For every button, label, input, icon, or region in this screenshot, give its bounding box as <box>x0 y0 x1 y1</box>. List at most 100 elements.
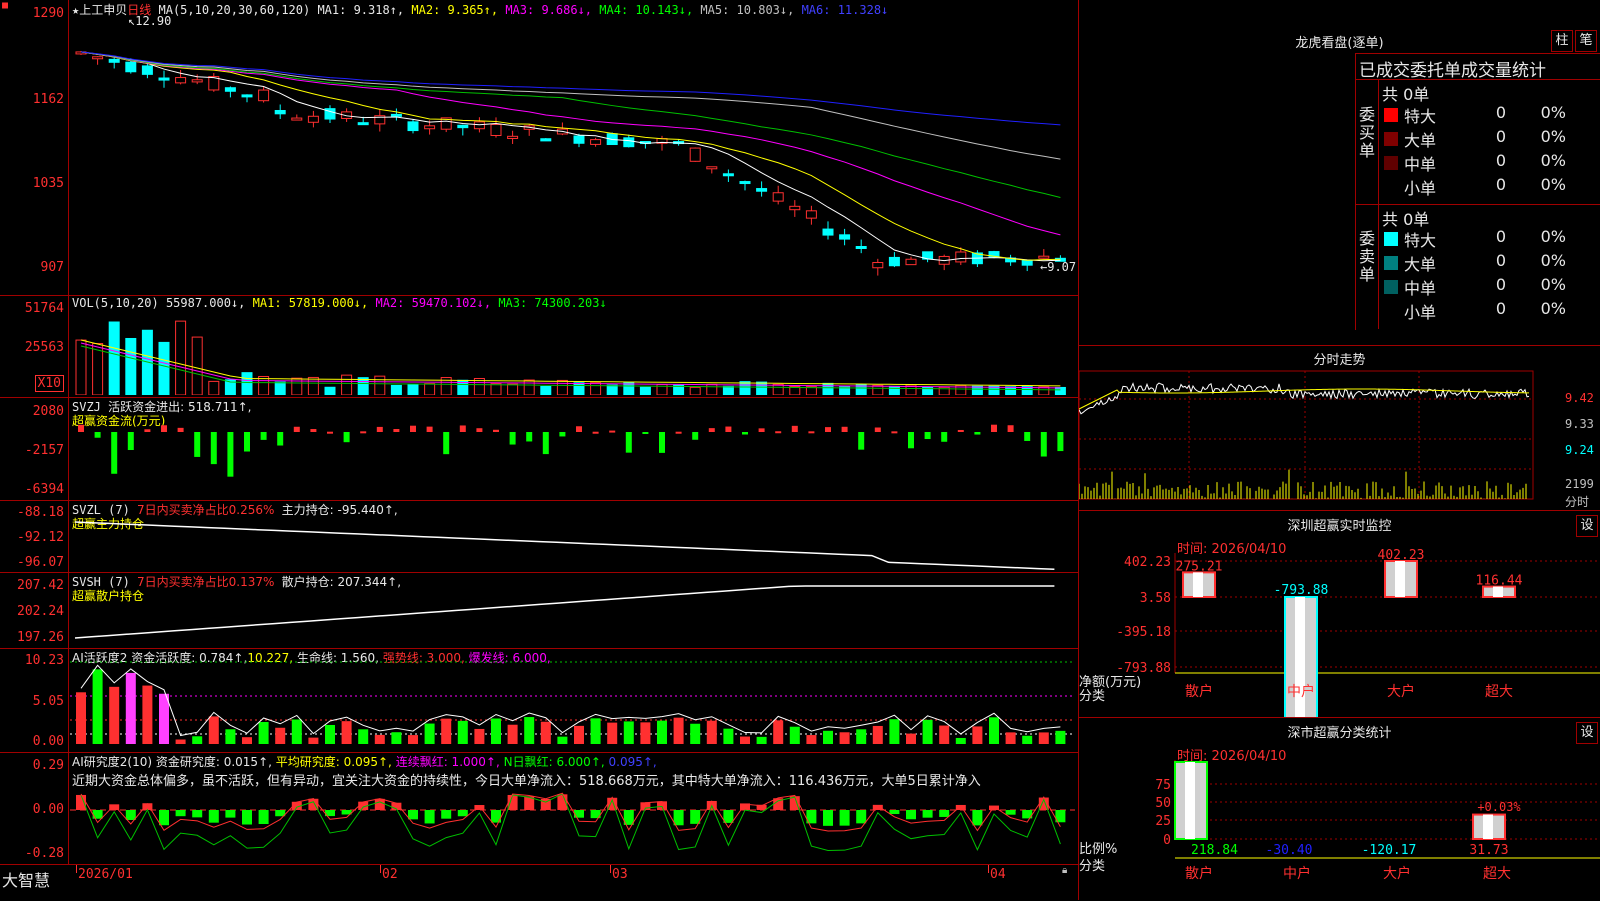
price-axis: 1290 1162 1035 907 <box>0 0 69 295</box>
candle-body <box>905 258 917 266</box>
order-pct: 0% <box>1540 227 1566 246</box>
research-bar <box>939 810 950 817</box>
activity-bar <box>125 672 136 744</box>
ai-research-chart[interactable] <box>70 752 1075 864</box>
volume-bar <box>1054 386 1066 395</box>
flow-bar <box>791 425 798 432</box>
svzl-line[interactable] <box>70 500 1075 572</box>
svzj-panel[interactable]: 2080 -2157 -6394 SVZJ 活跃资金进出: 518.711↑, … <box>0 397 1078 501</box>
flow-bar <box>858 432 865 450</box>
candle-body <box>955 251 967 263</box>
volume-bar <box>872 384 884 395</box>
activity-bar <box>1005 732 1016 744</box>
sz-monitor-chart[interactable]: 402.233.58-395.18-793.88275.21散户-793.88中… <box>1079 511 1600 717</box>
research-bar <box>856 810 867 824</box>
flow-bar <box>227 432 234 477</box>
flow-bar <box>210 432 217 465</box>
ma-line <box>80 51 1061 261</box>
research-bar <box>175 810 186 817</box>
activity-bar <box>325 724 335 744</box>
ai-research-tick: 0.00 <box>32 802 64 817</box>
category-value: 31.73 <box>1469 843 1508 858</box>
candlestick-chart[interactable] <box>70 18 1075 293</box>
activity-line <box>80 664 1061 737</box>
price-tick: 1035 <box>32 176 64 191</box>
research-bar <box>424 810 435 824</box>
flow-bar <box>194 432 201 457</box>
flow-bar <box>758 428 765 432</box>
category-tick: 0 <box>1163 833 1171 848</box>
candle-body <box>872 262 884 269</box>
volume-bars[interactable] <box>70 309 1075 395</box>
bar-mode-button[interactable]: 柱 <box>1551 30 1573 52</box>
longhu-panel: 龙虎看盘(逐单) 柱 笔 已成交委托单成交量统计 委买单 委卖单 共 0单 特大… <box>1079 0 1600 346</box>
ma-label: MA(5,10,20,30,60,120) <box>158 3 311 17</box>
monitor-category: 散户 <box>1185 683 1213 700</box>
ai-research-panel[interactable]: 0.29 0.00 -0.28 AI研究度2(10) 资金研究度: 0.015↑… <box>0 752 1078 864</box>
flow-bar <box>360 431 367 434</box>
svzl-panel[interactable]: -88.18 -92.12 -96.07 SVZL (7) 7日内买卖净占比0.… <box>0 500 1078 573</box>
kline-chart-area[interactable]: 1290 1162 1035 907 ■ ★上工申贝日线 MA(5,10,20,… <box>0 0 1079 900</box>
flow-bar <box>127 432 134 451</box>
ai-activity-tick: 10.23 <box>24 653 64 668</box>
intraday-panel[interactable]: 分时走势 9.42 9.33 9.24 2199 分时 <box>1079 345 1600 511</box>
flow-bar <box>177 427 184 432</box>
flow-bar <box>1057 432 1064 452</box>
svsh-tick: 207.42 <box>17 578 64 593</box>
ai-research-tick: -0.28 <box>24 846 64 861</box>
research-bar <box>839 810 850 826</box>
research-bar <box>507 794 518 810</box>
category-pct-label: +0.03% <box>1477 800 1521 814</box>
svsh-panel[interactable]: 207.42 202.24 197.26 SVSH (7) 7日内买卖净占比0.… <box>0 572 1078 649</box>
flow-bar <box>659 432 665 453</box>
order-pct: 0% <box>1540 299 1566 318</box>
candle-body <box>507 135 519 139</box>
stock-name[interactable]: 上工申贝 <box>79 3 127 17</box>
lock-icon[interactable]: 🔒︎ <box>1062 865 1067 876</box>
svsh-tick: 197.26 <box>17 630 64 645</box>
svzl-axis: -88.18 -92.12 -96.07 <box>0 500 69 572</box>
flow-bar <box>293 426 300 432</box>
candle-body <box>855 245 867 249</box>
volume-bar <box>125 337 137 395</box>
volume-bar <box>606 384 618 395</box>
volume-bar <box>307 376 319 395</box>
tick-mode-button[interactable]: 笔 <box>1575 30 1597 52</box>
volume-panel[interactable]: 51764 25563 X10 VOL(5,10,20) 55987.000↓,… <box>0 295 1078 398</box>
corner-marker-icon[interactable]: ■ <box>2 0 8 11</box>
activity-bar <box>1055 730 1066 744</box>
candle-body <box>888 256 900 267</box>
svzj-bars[interactable] <box>70 397 1075 499</box>
monitor-tick: -395.18 <box>1116 625 1171 640</box>
kline-panel[interactable]: 1290 1162 1035 907 ■ ★上工申贝日线 MA(5,10,20,… <box>0 0 1078 296</box>
retail-holding-line <box>74 585 1055 639</box>
price-tick: 1162 <box>32 92 64 107</box>
flow-bar <box>1024 432 1031 441</box>
flow-bar <box>708 428 715 432</box>
activity-bar <box>358 729 369 744</box>
order-count: 0 <box>1495 127 1506 146</box>
activity-bar <box>408 735 418 744</box>
svzj-tick: 2080 <box>32 404 64 419</box>
research-bar <box>374 798 385 810</box>
sz-category-panel: 深市超赢分类统计 设 时间: 2026/04/10 75 50 25 0 +0.03% 2… <box>1079 718 1600 900</box>
sz-category-chart[interactable]: 75 50 25 0 +0.03% 218.84 散户 -30.40 中户 -120.17 大户 31… <box>1079 718 1600 900</box>
order-count: 0 <box>1495 103 1506 122</box>
volume-bar <box>540 385 552 395</box>
flow-bar <box>974 432 981 435</box>
price-tick: 1290 <box>32 6 64 21</box>
svsh-line[interactable] <box>70 572 1075 648</box>
volume-bar <box>374 375 386 395</box>
activity-bar <box>773 720 784 744</box>
intraday-chart[interactable] <box>1079 369 1600 510</box>
ai-activity-panel[interactable]: 10.23 5.05 0.00 AI活跃度2 资金活跃度: 0.784↑,10.… <box>0 648 1078 753</box>
ai-activity-bars[interactable] <box>70 648 1075 752</box>
flow-bar <box>260 432 267 440</box>
candle-body <box>473 121 485 130</box>
activity-bar <box>441 718 452 744</box>
flow-bar <box>493 429 499 432</box>
flow-bar <box>609 430 616 433</box>
brand-logo[interactable]: 大智慧 <box>2 867 50 891</box>
flow-bar <box>775 431 782 434</box>
ma2-value: MA2: 9.365↑, <box>411 3 499 17</box>
